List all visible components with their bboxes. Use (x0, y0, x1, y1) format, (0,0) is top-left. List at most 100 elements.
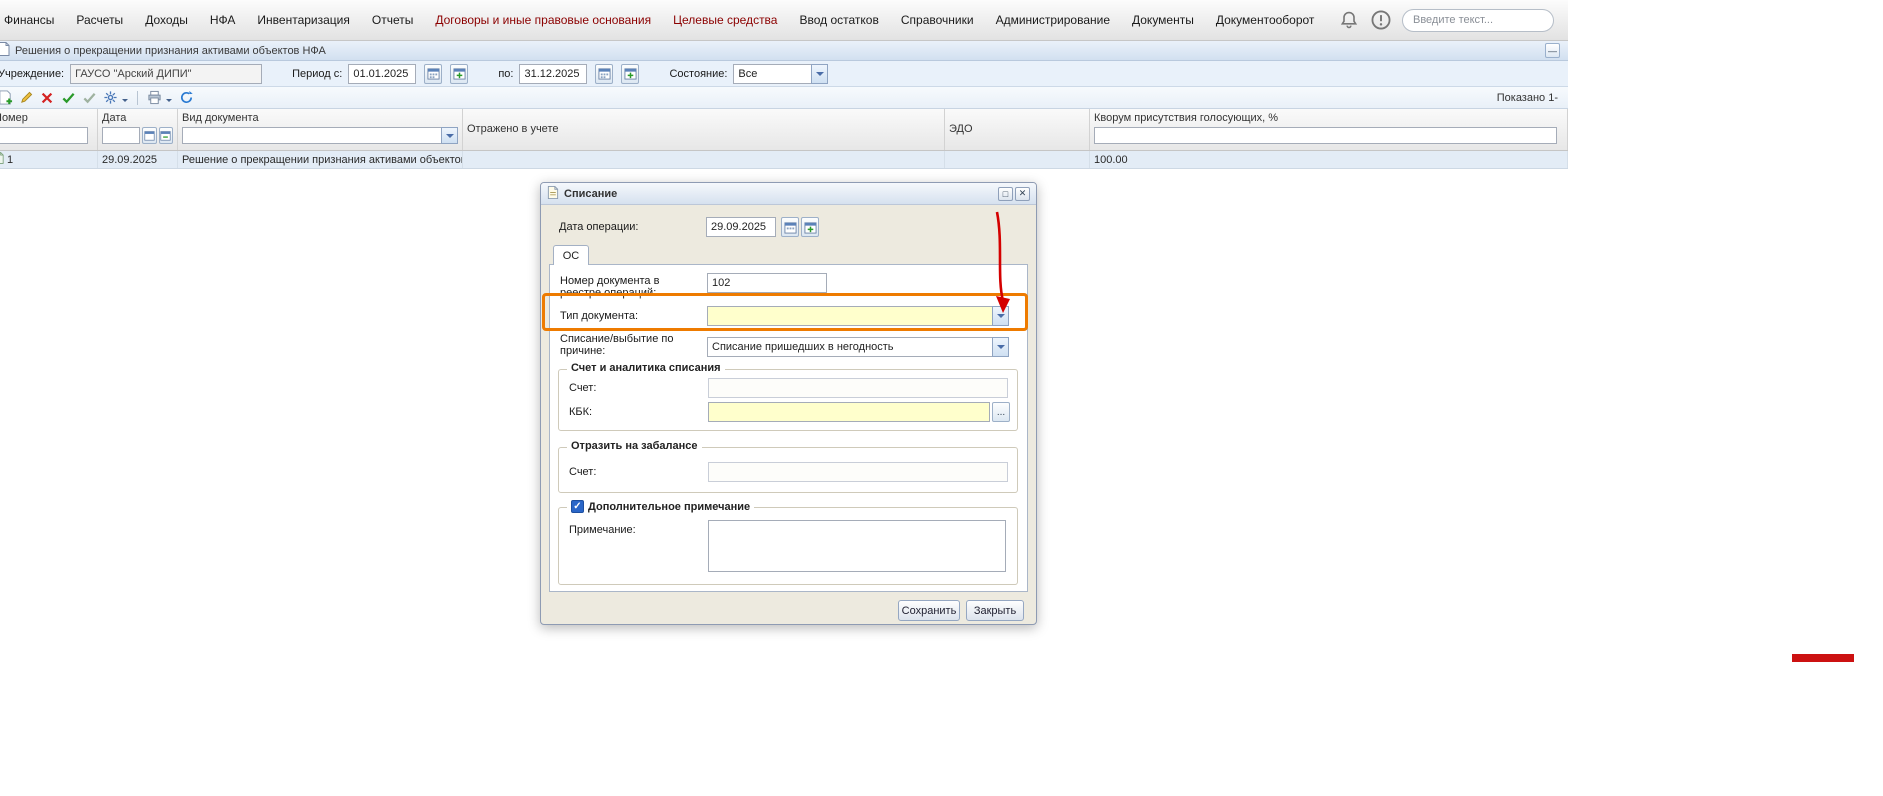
note-group: Дополнительное примечание Примечание: (558, 500, 1018, 585)
date-filter-input[interactable] (102, 127, 140, 144)
cell-date[interactable]: 29.09.2025 (98, 151, 178, 168)
kbk-input[interactable] (708, 402, 990, 422)
calendar-refresh-icon[interactable] (801, 217, 819, 237)
menu-raschety[interactable]: Расчеты (76, 13, 123, 27)
note-checkbox[interactable] (571, 500, 584, 513)
reg-number-input[interactable] (707, 273, 827, 293)
maximize-icon[interactable]: □ (998, 186, 1013, 201)
add-icon[interactable] (0, 89, 14, 107)
state-combobox[interactable] (733, 63, 829, 84)
doc-kind-filter-combobox[interactable] (182, 127, 458, 144)
filter-bar: Учреждение: Период с: по: Состояние: (0, 61, 1568, 87)
menu-spravochniki[interactable]: Справочники (901, 13, 974, 27)
document-icon (0, 42, 10, 59)
chevron-down-icon[interactable] (122, 98, 128, 105)
calendar-icon[interactable] (142, 127, 157, 144)
save-button[interactable]: Сохранить (898, 600, 960, 621)
operation-date-input[interactable] (706, 217, 776, 237)
operation-date-label: Дата операции: (559, 221, 639, 233)
print-icon[interactable] (145, 89, 163, 107)
note-label: Примечание: (569, 524, 636, 536)
quorum-filter-input[interactable] (1094, 127, 1557, 144)
bell-icon[interactable] (1338, 9, 1360, 31)
offbalance-group: Отразить на забалансе Счет: (558, 440, 1018, 493)
calendar-icon[interactable] (781, 217, 799, 237)
menu-vvod-ostatkov[interactable]: Ввод остатков (799, 13, 878, 27)
doc-kind-filter-input[interactable] (182, 127, 441, 144)
doc-type-input[interactable] (707, 306, 992, 326)
offbalance-account-input[interactable] (708, 462, 1008, 482)
menu-dokumenty[interactable]: Документы (1132, 13, 1194, 27)
calendar-refresh-icon[interactable] (158, 127, 173, 144)
delete-icon[interactable] (38, 89, 56, 107)
writeoff-reason-combobox[interactable] (707, 337, 1009, 357)
column-number[interactable]: Номер (0, 109, 98, 150)
period-from-input[interactable] (348, 63, 417, 84)
chevron-down-icon[interactable] (811, 63, 829, 84)
lookup-dots-icon[interactable]: ... (992, 402, 1010, 422)
cell-edo[interactable] (945, 151, 1090, 168)
menu-inventarizatsiya[interactable]: Инвентаризация (257, 13, 349, 27)
note-textarea[interactable] (708, 520, 1006, 572)
close-button[interactable]: Закрыть (966, 600, 1024, 621)
state-value[interactable] (733, 63, 812, 84)
offbalance-account-label: Счет: (569, 466, 597, 478)
account-input[interactable] (708, 378, 1008, 398)
edit-icon[interactable] (17, 89, 35, 107)
table-row[interactable]: 1 29.09.2025 Решение о прекращении призн… (0, 151, 1568, 169)
column-edo[interactable]: ЭДО (945, 109, 1090, 150)
calendar-refresh-icon[interactable] (450, 63, 469, 84)
menu-administrirovanie[interactable]: Администрирование (996, 13, 1110, 27)
note-legend: Дополнительное примечание (588, 500, 751, 513)
dialog-header[interactable]: Списание □ ✕ (541, 183, 1036, 205)
search-input[interactable] (1402, 8, 1554, 32)
cell-number[interactable]: 1 (0, 151, 98, 168)
shown-count-text: Показано 1- (1496, 91, 1558, 104)
writeoff-reason-label: Списание/выбытие по причине: (560, 333, 674, 357)
menu-dogovory[interactable]: Договоры и иные правовые основания (435, 13, 651, 27)
doc-type-combobox[interactable] (707, 306, 1009, 326)
menu-dokhody[interactable]: Доходы (145, 13, 188, 27)
menu-finansy[interactable]: Финансы (4, 13, 54, 27)
cell-reflected[interactable] (463, 151, 945, 168)
alert-icon[interactable] (1370, 9, 1392, 31)
period-to-input[interactable] (519, 63, 588, 84)
chevron-down-icon[interactable] (441, 127, 458, 144)
grid-header: Номер Дата Вид документа (0, 109, 1568, 151)
column-quorum[interactable]: Кворум присутствия голосующих, % (1090, 109, 1568, 150)
column-reflected[interactable]: Отражено в учете (463, 109, 945, 150)
cell-quorum[interactable]: 100.00 (1090, 151, 1568, 168)
collapse-panel-button[interactable]: — (1545, 43, 1560, 58)
calendar-refresh-icon[interactable] (621, 63, 640, 84)
writeoff-reason-input[interactable] (707, 337, 992, 357)
menu-nfa[interactable]: НФА (210, 13, 236, 27)
calendar-icon[interactable] (595, 63, 614, 84)
close-icon[interactable]: ✕ (1015, 186, 1030, 201)
dialog-icon (547, 185, 559, 202)
dialog-title: Списание (564, 187, 618, 200)
period-to-label: по: (498, 67, 514, 80)
menu-otchety[interactable]: Отчеты (372, 13, 413, 27)
menu-tselevye-sredstva[interactable]: Целевые средства (673, 13, 777, 27)
account-analytics-legend: Счет и аналитика списания (567, 362, 725, 374)
number-filter-input[interactable] (0, 127, 88, 144)
chevron-down-icon[interactable] (166, 98, 172, 105)
institution-input[interactable] (70, 63, 263, 84)
calendar-icon[interactable] (424, 63, 443, 84)
chevron-down-icon[interactable] (992, 306, 1009, 326)
approve-icon[interactable] (59, 89, 77, 107)
actions-icon[interactable] (101, 89, 119, 107)
column-date[interactable]: Дата (98, 109, 178, 150)
toolbar-separator (137, 90, 138, 105)
confirm-icon[interactable] (80, 89, 98, 107)
chevron-down-icon[interactable] (992, 337, 1009, 357)
menu-dokumentooborot[interactable]: Документооборот (1216, 13, 1315, 27)
refresh-icon[interactable] (177, 89, 195, 107)
cell-doc-kind[interactable]: Решение о прекращении признания активами… (178, 151, 463, 168)
application: Финансы Расчеты Доходы НФА Инвентаризаци… (0, 0, 1568, 625)
tab-os[interactable]: ОС (553, 245, 589, 265)
grid-toolbar: Показано 1- (0, 87, 1568, 109)
panel-header: Решения о прекращении признания активами… (0, 41, 1568, 61)
column-doc-kind[interactable]: Вид документа (178, 109, 463, 150)
doc-type-label: Тип документа: (560, 310, 639, 322)
